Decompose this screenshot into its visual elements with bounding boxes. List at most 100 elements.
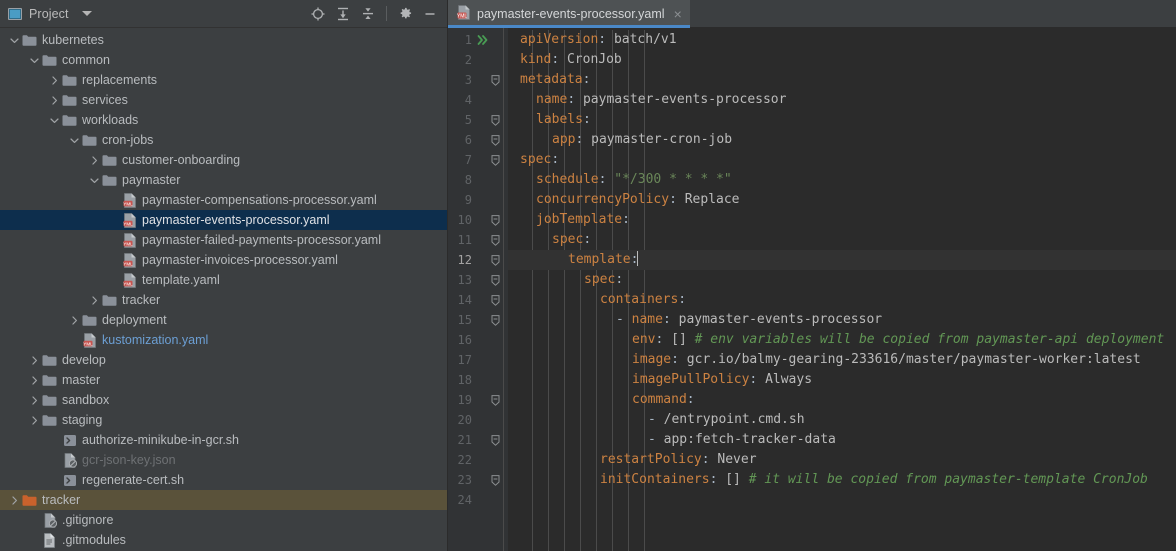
chevron-right-icon[interactable] xyxy=(68,315,81,325)
code-editor[interactable]: 1 2 3 4 5 6 7 8 9 10 11 12 13 14 15 16 17 18 19 20 21 22 23 24 … xyxy=(448,28,1176,551)
code-line[interactable]: containers: xyxy=(508,290,1176,310)
code-line[interactable]: command: xyxy=(508,390,1176,410)
tree-row[interactable]: gcr-json-key.json xyxy=(0,450,447,470)
fold-marker-icon[interactable] xyxy=(491,310,500,330)
chevron-down-icon[interactable] xyxy=(81,11,92,16)
fold-marker-icon[interactable] xyxy=(491,210,500,230)
gutter-line[interactable]: 21 xyxy=(448,430,508,450)
code-line[interactable]: spec: xyxy=(508,230,1176,250)
gutter-line[interactable]: 24 xyxy=(448,490,508,510)
code-line[interactable]: concurrencyPolicy: Replace xyxy=(508,190,1176,210)
tree-row[interactable]: YML paymaster-invoices-processor.yaml xyxy=(0,250,447,270)
gutter-line[interactable]: 1 xyxy=(448,30,508,50)
tree-row[interactable]: YML paymaster-failed-payments-processor.y… xyxy=(0,230,447,250)
gutter-line[interactable]: 9 xyxy=(448,190,508,210)
chevron-down-icon[interactable] xyxy=(68,136,81,145)
close-icon[interactable]: × xyxy=(674,7,682,21)
fold-marker-icon[interactable] xyxy=(491,130,500,150)
tree-row[interactable]: kubernetes xyxy=(0,30,447,50)
tree-row[interactable]: workloads xyxy=(0,110,447,130)
tree-row[interactable]: customer-onboarding xyxy=(0,150,447,170)
gutter-line[interactable]: 3 xyxy=(448,70,508,90)
chevron-right-icon[interactable] xyxy=(48,75,61,85)
code-line[interactable]: initContainers: [] # it will be copied f… xyxy=(508,470,1176,490)
chevron-right-icon[interactable] xyxy=(28,355,41,365)
tree-row[interactable]: master xyxy=(0,370,447,390)
gutter-line[interactable]: 2 xyxy=(448,50,508,70)
code-line[interactable]: - /entrypoint.cmd.sh xyxy=(508,410,1176,430)
gutter-line[interactable]: 19 xyxy=(448,390,508,410)
chevron-right-icon[interactable] xyxy=(28,395,41,405)
code-line[interactable]: spec: xyxy=(508,150,1176,170)
minimize-icon[interactable] xyxy=(419,3,441,25)
editor-gutter[interactable]: 1 2 3 4 5 6 7 8 9 10 11 12 13 14 15 16 17 18 19 20 21 22 23 24 xyxy=(448,28,508,551)
code-line[interactable]: template: xyxy=(508,250,1176,270)
tree-row[interactable]: services xyxy=(0,90,447,110)
code-line[interactable]: - name: paymaster-events-processor xyxy=(508,310,1176,330)
chevron-down-icon[interactable] xyxy=(8,36,21,45)
tree-row[interactable]: staging xyxy=(0,410,447,430)
gutter-line[interactable]: 6 xyxy=(448,130,508,150)
settings-gear-icon[interactable] xyxy=(394,3,416,25)
tree-row[interactable]: develop xyxy=(0,350,447,370)
tree-row[interactable]: cron-jobs xyxy=(0,130,447,150)
fold-marker-icon[interactable] xyxy=(491,110,500,130)
fold-marker-icon[interactable] xyxy=(491,150,500,170)
gutter-line[interactable]: 23 xyxy=(448,470,508,490)
fold-marker-icon[interactable] xyxy=(491,250,500,270)
tree-row[interactable]: .gitmodules xyxy=(0,530,447,550)
code-line[interactable]: schedule: "*/300 * * * *" xyxy=(508,170,1176,190)
project-tree[interactable]: kubernetes common replacements services work… xyxy=(0,28,447,551)
expand-all-icon[interactable] xyxy=(332,3,354,25)
code-line[interactable]: env: [] # env variables will be copied f… xyxy=(508,330,1176,350)
collapse-all-icon[interactable] xyxy=(357,3,379,25)
code-line[interactable]: image: gcr.io/balmy-gearing-233616/maste… xyxy=(508,350,1176,370)
gutter-line[interactable]: 11 xyxy=(448,230,508,250)
tree-row[interactable]: .gitignore xyxy=(0,510,447,530)
tree-row[interactable]: YML template.yaml xyxy=(0,270,447,290)
gutter-line[interactable]: 5 xyxy=(448,110,508,130)
code-text-area[interactable]: apiVersion: batch/v1 kind: CronJob metadat… xyxy=(508,28,1176,551)
chevron-right-icon[interactable] xyxy=(8,495,21,505)
chevron-down-icon[interactable] xyxy=(48,116,61,125)
code-line[interactable]: spec: xyxy=(508,270,1176,290)
fold-marker-icon[interactable] xyxy=(491,290,500,310)
run-configuration-icon[interactable] xyxy=(475,34,491,46)
editor-tab-active[interactable]: YML paymaster-events-processor.yaml × xyxy=(448,0,690,28)
chevron-right-icon[interactable] xyxy=(28,415,41,425)
tree-row[interactable]: authorize-minikube-in-gcr.sh xyxy=(0,430,447,450)
tree-row[interactable]: deployment xyxy=(0,310,447,330)
locate-target-icon[interactable] xyxy=(307,3,329,25)
tree-row[interactable]: tracker xyxy=(0,290,447,310)
gutter-line[interactable]: 14 xyxy=(448,290,508,310)
code-line[interactable]: kind: CronJob xyxy=(508,50,1176,70)
chevron-right-icon[interactable] xyxy=(88,295,101,305)
tree-row[interactable]: regenerate-cert.sh xyxy=(0,470,447,490)
gutter-line[interactable]: 20 xyxy=(448,410,508,430)
gutter-line[interactable]: 10 xyxy=(448,210,508,230)
gutter-line[interactable]: 15 xyxy=(448,310,508,330)
tree-row[interactable]: tracker xyxy=(0,490,447,510)
chevron-down-icon[interactable] xyxy=(88,176,101,185)
tree-row[interactable]: replacements xyxy=(0,70,447,90)
code-line[interactable]: metadata: xyxy=(508,70,1176,90)
gutter-line[interactable]: 18 xyxy=(448,370,508,390)
fold-marker-icon[interactable] xyxy=(491,390,500,410)
gutter-line[interactable]: 7 xyxy=(448,150,508,170)
gutter-line[interactable]: 16 xyxy=(448,330,508,350)
code-line[interactable]: jobTemplate: xyxy=(508,210,1176,230)
tree-row[interactable]: paymaster xyxy=(0,170,447,190)
tree-row[interactable]: sandbox xyxy=(0,390,447,410)
tree-row[interactable]: common xyxy=(0,50,447,70)
chevron-right-icon[interactable] xyxy=(88,155,101,165)
code-line[interactable]: labels: xyxy=(508,110,1176,130)
chevron-right-icon[interactable] xyxy=(48,95,61,105)
gutter-line[interactable]: 22 xyxy=(448,450,508,470)
code-line[interactable]: restartPolicy: Never xyxy=(508,450,1176,470)
code-line[interactable]: imagePullPolicy: Always xyxy=(508,370,1176,390)
chevron-right-icon[interactable] xyxy=(28,375,41,385)
gutter-line[interactable]: 12 xyxy=(448,250,508,270)
tree-row[interactable]: YML paymaster-events-processor.yaml xyxy=(0,210,447,230)
fold-marker-icon[interactable] xyxy=(491,230,500,250)
gutter-line[interactable]: 8 xyxy=(448,170,508,190)
